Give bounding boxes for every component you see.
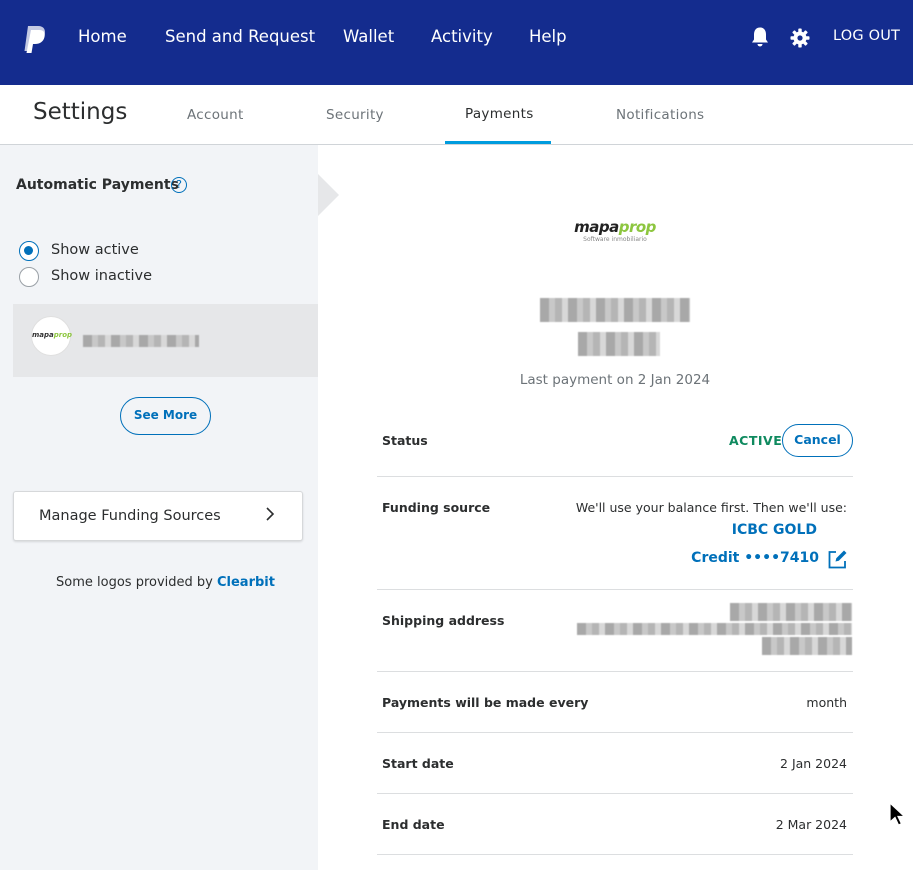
edit-icon[interactable] <box>827 549 848 570</box>
funding-source-note: We'll use your balance first. Then we'll… <box>575 500 847 515</box>
redacted-merchant-title <box>540 298 690 322</box>
frequency-label: Payments will be made every <box>382 695 589 710</box>
end-date-label: End date <box>382 817 445 832</box>
funding-bank-name: ICBC GOLD <box>731 522 817 538</box>
clearbit-link[interactable]: Clearbit <box>217 575 275 590</box>
manage-funding-sources-label: Manage Funding Sources <box>39 508 221 524</box>
active-tab-indicator <box>445 141 551 144</box>
automatic-payments-title: Automatic Payments <box>16 177 179 193</box>
merchant-list-item[interactable]: mapaprop <box>13 304 318 377</box>
logos-note-text: Some logos provided by <box>56 575 213 590</box>
top-navigation: Home Send and Request Wallet Activity He… <box>0 0 913 85</box>
start-date-label: Start date <box>382 756 454 771</box>
settings-header: Settings Account Security Payments Notif… <box>0 85 913 145</box>
page-title: Settings <box>33 99 128 125</box>
chevron-right-icon <box>265 506 275 526</box>
merchant-brand-logo: mapaprop Software inmobiliario <box>570 218 660 246</box>
last-payment-text: Last payment on 2 Jan 2024 <box>519 372 711 388</box>
nav-wallet[interactable]: Wallet <box>343 27 394 47</box>
status-badge: ACTIVE <box>729 433 783 448</box>
brand-logo-subtitle: Software inmobiliario <box>583 236 647 243</box>
manage-funding-sources-button[interactable]: Manage Funding Sources <box>13 491 303 541</box>
nav-send-and-request[interactable]: Send and Request <box>165 27 315 47</box>
divider <box>377 732 853 733</box>
merchant-logo: mapaprop <box>31 316 73 356</box>
selection-pointer <box>318 174 339 216</box>
show-inactive-label[interactable]: Show inactive <box>51 268 152 284</box>
show-active-radio[interactable] <box>19 241 39 261</box>
nav-home[interactable]: Home <box>78 27 127 47</box>
end-date-value: 2 Mar 2024 <box>775 817 847 832</box>
redacted-merchant-name <box>83 335 199 347</box>
paypal-logo[interactable] <box>22 24 48 54</box>
redacted-address-line-2 <box>577 623 852 635</box>
cancel-button[interactable]: Cancel <box>782 424 853 457</box>
funding-card: Credit ••••7410 <box>691 550 819 566</box>
start-date-value: 2 Jan 2024 <box>780 756 847 771</box>
redacted-address-line-3 <box>762 637 852 655</box>
brand-logo-text: mapaprop <box>574 218 656 236</box>
tab-notifications[interactable]: Notifications <box>616 107 704 123</box>
nav-activity[interactable]: Activity <box>431 27 493 47</box>
tab-payments[interactable]: Payments <box>465 106 534 122</box>
shipping-address-label: Shipping address <box>382 613 505 628</box>
divider <box>377 589 853 590</box>
divider <box>377 671 853 672</box>
divider <box>377 854 853 855</box>
show-active-label[interactable]: Show active <box>51 242 139 258</box>
logos-attribution: Some logos provided by Clearbit <box>0 575 331 590</box>
show-inactive-radio[interactable] <box>19 267 39 287</box>
merchant-logo-text: mapaprop <box>32 331 73 339</box>
divider <box>377 793 853 794</box>
nav-help[interactable]: Help <box>529 27 567 47</box>
divider <box>377 476 853 477</box>
see-more-button[interactable]: See More <box>120 397 211 435</box>
bell-icon[interactable] <box>750 26 770 48</box>
mouse-cursor-icon <box>889 801 906 826</box>
redacted-address-line-1 <box>730 603 852 621</box>
redacted-amount <box>578 332 660 356</box>
status-label: Status <box>382 433 428 448</box>
logout-link[interactable]: LOG OUT <box>833 28 900 44</box>
funding-source-label: Funding source <box>382 500 491 515</box>
tab-account[interactable]: Account <box>187 107 244 123</box>
tab-security[interactable]: Security <box>326 107 384 123</box>
help-icon[interactable]: ? <box>171 177 187 193</box>
automatic-payments-sidebar: Automatic Payments ? Show active Show in… <box>0 145 318 870</box>
gear-icon[interactable] <box>790 27 810 49</box>
frequency-value: month <box>806 695 847 710</box>
